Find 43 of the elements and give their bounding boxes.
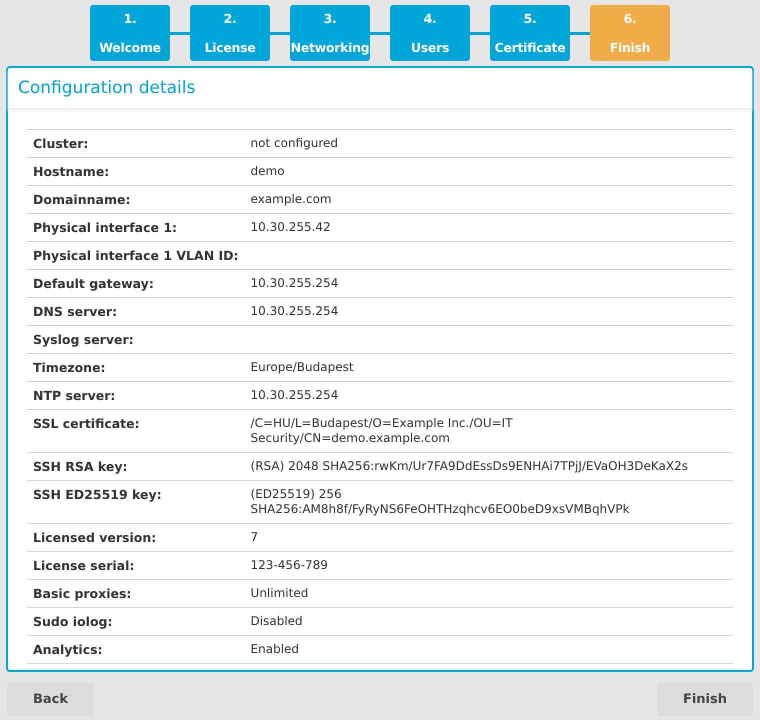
field-value: 10.30.255.254 (244, 382, 733, 410)
wizard-step[interactable]: 2. License (190, 5, 270, 61)
field-value: Enabled (244, 636, 733, 664)
field-value: 7 (244, 524, 733, 552)
field-label: Basic proxies: (27, 580, 245, 608)
field-label: Hostname: (27, 158, 245, 186)
wizard-step[interactable]: 3. Networking (290, 5, 370, 61)
field-value: (RSA) 2048 SHA256:rwKm/Ur7FA9DdEssDs9ENHAi7TPjJ/EVaOH3DeKaX2s (244, 452, 733, 480)
panel-title: Configuration details (18, 78, 196, 98)
back-button[interactable]: Back (7, 683, 94, 716)
field-value: Unlimited (244, 580, 733, 608)
wizard-step[interactable]: 5. Certificate (490, 5, 570, 61)
wizard-step[interactable]: 6. Finish (590, 5, 670, 61)
field-label: Physical interface 1: (27, 214, 245, 242)
field-value: not configured (244, 130, 733, 158)
field-label: Sudo iolog: (27, 608, 245, 636)
finish-button[interactable]: Finish (656, 683, 753, 716)
field-label: Cluster: (27, 130, 245, 158)
field-value: (ED25519) 256 SHA256:AM8h8f/FyRyNS6FeOHTHzqhcv6EO0beD9xsVMBqhVPk (244, 480, 733, 524)
field-value: Europe/Budapest (244, 354, 733, 382)
field-value: 123-456-789 (244, 552, 733, 580)
field-label: License serial: (27, 552, 245, 580)
field-label: SSH RSA key: (27, 452, 245, 480)
wizard-step[interactable]: 1. Welcome (90, 5, 170, 61)
field-value: 10.30.255.254 (244, 270, 733, 298)
field-label: NTP server: (27, 382, 245, 410)
field-label: Default gateway: (27, 270, 245, 298)
field-label: Licensed version: (27, 524, 245, 552)
field-value: demo (244, 158, 733, 186)
field-label: Analytics: (27, 636, 245, 664)
field-label: Physical interface 1 VLAN ID: (27, 242, 245, 270)
field-label: Domainname: (27, 186, 245, 214)
field-label: SSH ED25519 key: (27, 480, 245, 524)
field-value: 10.30.255.42 (244, 214, 733, 242)
wizard-step[interactable]: 4. Users (390, 5, 470, 61)
field-label: Syslog server: (27, 326, 245, 354)
field-label: SSL certificate: (27, 410, 245, 452)
field-label: Timezone: (27, 354, 245, 382)
field-label: DNS server: (27, 298, 245, 326)
field-value: example.com (244, 186, 733, 214)
field-value: /C=HU/L=Budapest/O=Example Inc./OU=IT Security/CN=demo.example.com (244, 410, 733, 452)
field-value: 10.30.255.254 (244, 298, 733, 326)
field-value: Disabled (244, 608, 733, 636)
